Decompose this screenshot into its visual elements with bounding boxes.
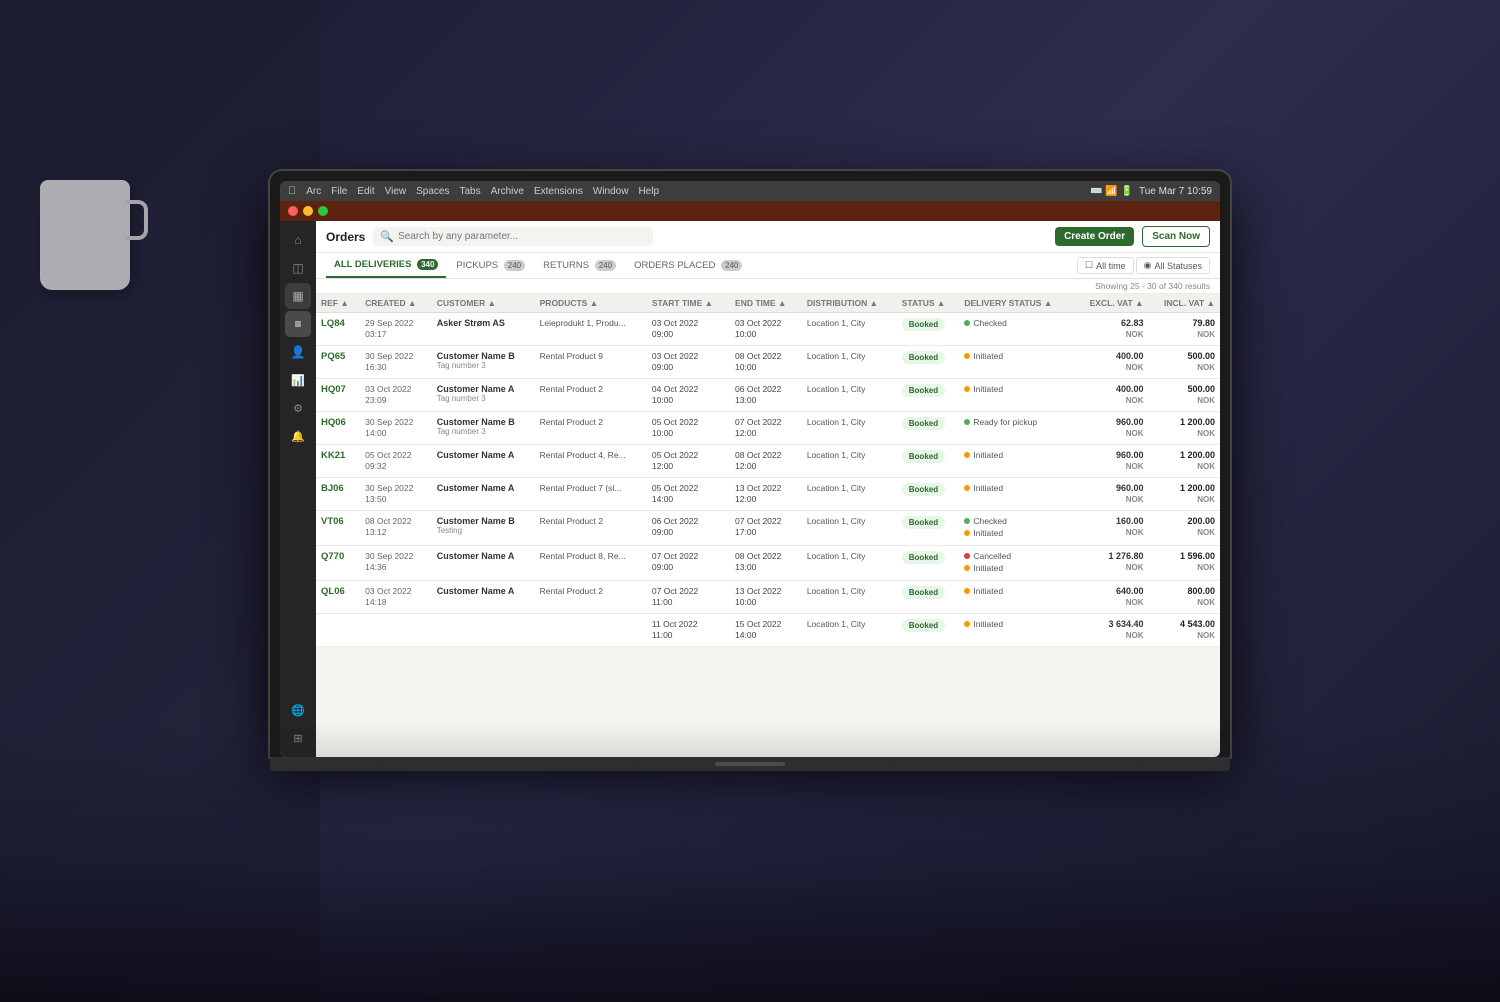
menu-arc[interactable]: Arc (306, 186, 321, 197)
menu-spaces[interactable]: Spaces (416, 186, 449, 197)
sidebar-icon-globe[interactable]: 🌐 (285, 697, 311, 723)
menu-help[interactable]: Help (638, 186, 659, 197)
traffic-close[interactable] (288, 206, 298, 216)
create-order-button[interactable]: Create Order (1055, 227, 1134, 246)
table-row[interactable]: LQ84 29 Sep 202203:17 Asker Strøm AS Lei… (316, 313, 1220, 346)
tab-pickups[interactable]: PICKUPS 240 (448, 254, 533, 277)
main-area: Orders 🔍 Create Order Scan Now (316, 221, 1220, 757)
menu-window[interactable]: Window (593, 186, 629, 197)
sidebar-icon-grid[interactable]: ⊞ (285, 725, 311, 751)
tab-badge-0: 340 (417, 259, 438, 270)
coffee-mug (40, 180, 160, 320)
col-status[interactable]: STATUS ▲ (897, 294, 960, 313)
search-container: 🔍 (373, 227, 653, 246)
page-title: Orders (326, 230, 365, 244)
menu-archive[interactable]: Archive (491, 186, 524, 197)
status-filter[interactable]: ◉All Statuses (1136, 257, 1210, 274)
col-customer[interactable]: CUSTOMER ▲ (432, 294, 535, 313)
menu-file[interactable]: File (331, 186, 347, 197)
col-start-time[interactable]: START TIME ▲ (647, 294, 730, 313)
menu-edit[interactable]: Edit (357, 186, 374, 197)
sidebar-icon-users[interactable]: 👤 (285, 339, 311, 365)
col-distribution[interactable]: DISTRIBUTION ▲ (802, 294, 897, 313)
apple-menu[interactable]:  (288, 185, 296, 197)
tab-badge-2: 240 (595, 260, 616, 271)
col-excl-vat[interactable]: EXCL. VAT ▲ (1074, 294, 1149, 313)
sidebar-icon-settings[interactable]: ⚙ (285, 395, 311, 421)
menu-extensions[interactable]: Extensions (534, 186, 583, 197)
search-input[interactable] (398, 231, 646, 242)
sidebar-icon-chart[interactable]: 📊 (285, 367, 311, 393)
tabs-bar: ALL DELIVERIES 340 PICKUPS 240 RETURNS 2… (316, 253, 1220, 279)
search-icon: 🔍 (380, 230, 394, 243)
laptop-screen:  Arc File Edit View Spaces Tabs Archive… (270, 171, 1230, 757)
results-info: Showing 25 - 30 of 340 results (316, 279, 1220, 294)
traffic-max[interactable] (318, 206, 328, 216)
table-row[interactable]: Q770 30 Sep 202214:36 Customer Name A Re… (316, 546, 1220, 581)
table-container: REF ▲ CREATED ▲ CUSTOMER ▲ PRODUCTS ▲ ST… (316, 294, 1220, 757)
macos-topbar:  Arc File Edit View Spaces Tabs Archive… (280, 181, 1220, 201)
tab-all-deliveries[interactable]: ALL DELIVERIES 340 (326, 253, 446, 278)
laptop-shell:  Arc File Edit View Spaces Tabs Archive… (270, 171, 1230, 771)
tab-badge-3: 240 (721, 260, 742, 271)
sys-icons: ⌨️ 📶 🔋 (1090, 186, 1133, 197)
col-incl-vat[interactable]: INCL. VAT ▲ (1149, 294, 1221, 313)
app-window: ⌂ ◫ ▦ ≡ 👤 📊 ⚙ 🔔 🌐 ⊞ (280, 201, 1220, 757)
scan-now-button[interactable]: Scan Now (1142, 226, 1210, 247)
date-filter[interactable]: ☐All time (1077, 257, 1134, 274)
page-header: Orders 🔍 Create Order Scan Now (316, 221, 1220, 253)
app-titlebar (280, 201, 1220, 221)
traffic-min[interactable] (303, 206, 313, 216)
sidebar-icon-orders[interactable]: ≡ (285, 311, 311, 337)
tab-returns[interactable]: RETURNS 240 (535, 254, 624, 277)
table-row[interactable]: HQ06 30 Sep 202214:00 Customer Name B Ta… (316, 412, 1220, 445)
table-row[interactable]: VT06 08 Oct 202213:12 Customer Name B Te… (316, 511, 1220, 546)
screen-bezel:  Arc File Edit View Spaces Tabs Archive… (280, 181, 1220, 757)
sidebar: ⌂ ◫ ▦ ≡ 👤 📊 ⚙ 🔔 🌐 ⊞ (280, 221, 316, 757)
sidebar-icon-calendar[interactable]: ▦ (285, 283, 311, 309)
table-row[interactable]: BJ06 30 Sep 202213:50 Customer Name A Re… (316, 478, 1220, 511)
table-row[interactable]: PQ65 30 Sep 202216:30 Customer Name B Ta… (316, 346, 1220, 379)
table-row[interactable]: QL06 03 Oct 202214:18 Customer Name A Re… (316, 581, 1220, 614)
sidebar-icon-bell[interactable]: 🔔 (285, 423, 311, 449)
menu-view[interactable]: View (385, 186, 407, 197)
laptop-base (270, 757, 1230, 771)
table-row[interactable]: KK21 05 Oct 202209:32 Customer Name A Re… (316, 445, 1220, 478)
table-row[interactable]: HQ07 03 Oct 202223:09 Customer Name A Ta… (316, 379, 1220, 412)
tab-badge-1: 240 (504, 260, 525, 271)
col-delivery-status[interactable]: DELIVERY STATUS ▲ (959, 294, 1073, 313)
menu-tabs[interactable]: Tabs (459, 186, 480, 197)
sidebar-icon-box[interactable]: ◫ (285, 255, 311, 281)
sidebar-icon-home[interactable]: ⌂ (285, 227, 311, 253)
tab-orders-placed[interactable]: ORDERS PLACED 240 (626, 254, 750, 277)
col-ref[interactable]: REF ▲ (316, 294, 360, 313)
col-end-time[interactable]: END TIME ▲ (730, 294, 802, 313)
clock: Tue Mar 7 10:59 (1139, 186, 1212, 197)
col-products[interactable]: PRODUCTS ▲ (535, 294, 647, 313)
table-row[interactable]: 11 Oct 202211:00 15 Oct 202214:00 Locati… (316, 614, 1220, 647)
col-created[interactable]: CREATED ▲ (360, 294, 432, 313)
